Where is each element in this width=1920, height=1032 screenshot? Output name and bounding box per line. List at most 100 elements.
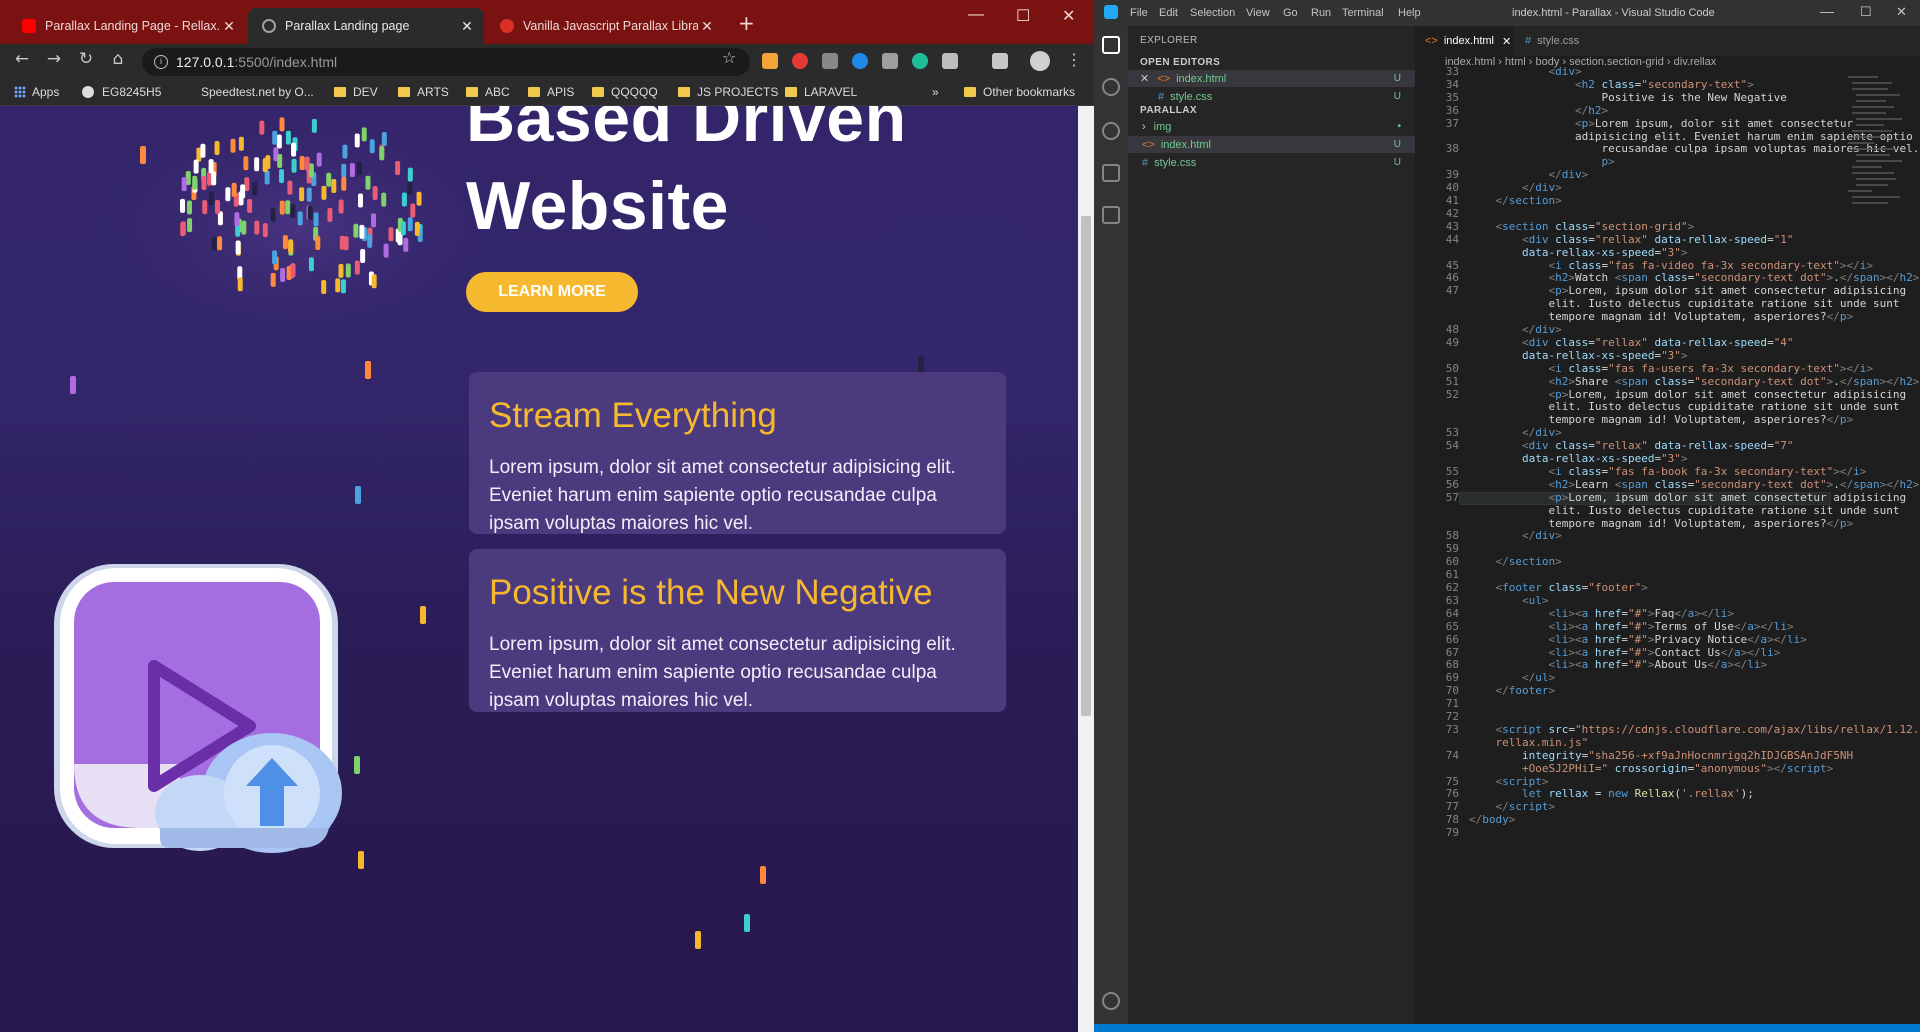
bookmark-qqqqq[interactable]: QQQQQ: [592, 85, 658, 99]
extension-icon[interactable]: [852, 53, 868, 69]
bookmark-abc[interactable]: ABC: [466, 85, 510, 99]
menu-file[interactable]: File: [1130, 7, 1148, 19]
file-style-css[interactable]: # style.css U: [1128, 154, 1415, 171]
tab-rellax-landing[interactable]: Parallax Landing Page - Rellax.js ✕: [8, 8, 246, 44]
bookmark-star-icon[interactable]: ☆: [722, 48, 736, 67]
tab-vanilla-parallax[interactable]: Vanilla Javascript Parallax Library ✕: [486, 8, 724, 44]
person-figure: [326, 172, 332, 187]
scrollbar-thumb[interactable]: [1081, 216, 1091, 716]
bookmark-other[interactable]: Other bookmarks: [964, 85, 1075, 99]
menu-view[interactable]: View: [1246, 7, 1270, 19]
line-number: 42: [1445, 206, 1459, 220]
bookmark-arts[interactable]: ARTS: [398, 85, 449, 99]
code-line[interactable]: </div>: [1469, 529, 1562, 543]
maximize-icon[interactable]: ☐: [1016, 6, 1030, 26]
bookmark-apps[interactable]: Apps: [14, 85, 59, 99]
folder-img[interactable]: › img •: [1128, 118, 1415, 135]
code-line[interactable]: </section>: [1469, 555, 1561, 569]
person-figure: [291, 158, 297, 173]
extension-icon[interactable]: [942, 53, 958, 69]
open-editor-style-css[interactable]: # style.css U: [1128, 88, 1415, 105]
menu-run[interactable]: Run: [1311, 7, 1331, 19]
css-file-icon: #: [1525, 35, 1532, 47]
code-line[interactable]: </footer>: [1469, 684, 1555, 698]
line-number: 73: [1445, 722, 1459, 736]
person-figure: [208, 159, 214, 174]
chrome-menu-icon[interactable]: ⋮: [1066, 50, 1082, 69]
line-number: 37: [1445, 116, 1459, 130]
open-editors-header[interactable]: OPEN EDITORS: [1140, 57, 1220, 68]
explorer-icon[interactable]: [1102, 36, 1120, 54]
gear-icon[interactable]: [1102, 992, 1120, 1010]
person-figure: [315, 236, 321, 251]
extension-icon[interactable]: [822, 53, 838, 69]
close-tab-icon[interactable]: ✕: [458, 18, 476, 35]
menu-edit[interactable]: Edit: [1159, 7, 1178, 19]
new-tab-icon[interactable]: +: [738, 13, 755, 33]
bookmark-eg8245h5[interactable]: EG8245H5: [82, 85, 161, 99]
tab-parallax-landing[interactable]: Parallax Landing page ✕: [248, 8, 484, 44]
code-line[interactable]: </body>: [1469, 813, 1515, 827]
close-icon[interactable]: ✕: [1502, 35, 1511, 48]
menu-selection[interactable]: Selection: [1190, 7, 1235, 19]
extension-icon[interactable]: [792, 53, 808, 69]
tab-index-html[interactable]: <> index.html ✕: [1415, 26, 1513, 56]
close-window-icon[interactable]: ✕: [1062, 6, 1075, 26]
person-figure: [401, 192, 407, 207]
code-line[interactable]: <h2 class="secondary-text">: [1469, 78, 1754, 92]
maximize-icon[interactable]: ☐: [1860, 4, 1872, 20]
bookmark-laravel[interactable]: LARAVEL: [785, 85, 857, 99]
person-figure: [287, 180, 293, 195]
explorer-sidebar: EXPLORER OPEN EDITORS ✕ <> index.html U …: [1128, 26, 1415, 1024]
bookmark-speedtest[interactable]: Speedtest.net by O...: [201, 85, 314, 99]
person-figure: [211, 171, 217, 186]
minimize-icon[interactable]: —: [1820, 3, 1834, 19]
site-info-icon[interactable]: i: [154, 55, 168, 69]
person-figure: [360, 249, 366, 264]
person-figure: [290, 263, 296, 278]
media-controls-icon[interactable]: [992, 53, 1008, 69]
project-header[interactable]: PARALLAX: [1140, 105, 1197, 116]
learn-more-button[interactable]: LEARN MORE: [466, 272, 638, 312]
menu-help[interactable]: Help: [1398, 7, 1421, 19]
forward-icon[interactable]: →: [42, 49, 66, 69]
run-debug-icon[interactable]: [1102, 164, 1120, 182]
close-tab-icon[interactable]: ✕: [220, 18, 238, 35]
code-editor[interactable]: 33 <div> 34 <h2 class="secondary-text"> 35…: [1415, 65, 1920, 1024]
bookmark-js-projects[interactable]: JS PROJECTS: [678, 85, 778, 99]
bookmark-apis[interactable]: APIS: [528, 85, 574, 99]
menu-terminal[interactable]: Terminal: [1342, 7, 1384, 19]
home-icon[interactable]: ⌂: [106, 49, 130, 69]
back-icon[interactable]: ←: [10, 49, 34, 69]
minimize-icon[interactable]: —: [968, 6, 984, 24]
site-favicon-icon: [500, 19, 514, 33]
bookmark-dev[interactable]: DEV: [334, 85, 378, 99]
file-index-html[interactable]: <> index.html U: [1128, 136, 1415, 153]
vscode-logo-icon: [1104, 5, 1118, 19]
person-figure: [290, 203, 296, 218]
tab-style-css[interactable]: # style.css: [1515, 26, 1605, 56]
code-line[interactable]: </section>: [1469, 194, 1561, 208]
extensions-icon[interactable]: [1102, 206, 1120, 224]
extension-icon[interactable]: [762, 53, 778, 69]
page-scrollbar[interactable]: [1078, 106, 1094, 1032]
code-line[interactable]: <p>Lorem ipsum, dolor sit amet consectet…: [1469, 117, 1853, 131]
menu-go[interactable]: Go: [1283, 7, 1298, 19]
open-editor-index-html[interactable]: ✕ <> index.html U: [1128, 70, 1415, 87]
person-figure: [695, 931, 701, 949]
person-figure: [288, 239, 294, 254]
close-icon[interactable]: ✕: [1140, 72, 1149, 85]
avatar[interactable]: [1030, 51, 1050, 71]
minimap[interactable]: [1846, 72, 1906, 272]
reload-icon[interactable]: ↻: [74, 49, 98, 69]
bookmarks-overflow[interactable]: »: [932, 85, 939, 99]
close-tab-icon[interactable]: ✕: [698, 18, 716, 35]
source-control-icon[interactable]: [1102, 122, 1120, 140]
extension-icon[interactable]: [882, 53, 898, 69]
extension-icon[interactable]: [912, 53, 928, 69]
code-line[interactable]: <p>Lorem, ipsum dolor sit amet consectet…: [1469, 491, 1906, 505]
person-figure: [306, 187, 312, 202]
close-window-icon[interactable]: ✕: [1896, 4, 1907, 20]
search-icon[interactable]: [1102, 78, 1120, 96]
address-bar[interactable]: i 127.0.0.1:5500/index.html: [142, 48, 750, 76]
